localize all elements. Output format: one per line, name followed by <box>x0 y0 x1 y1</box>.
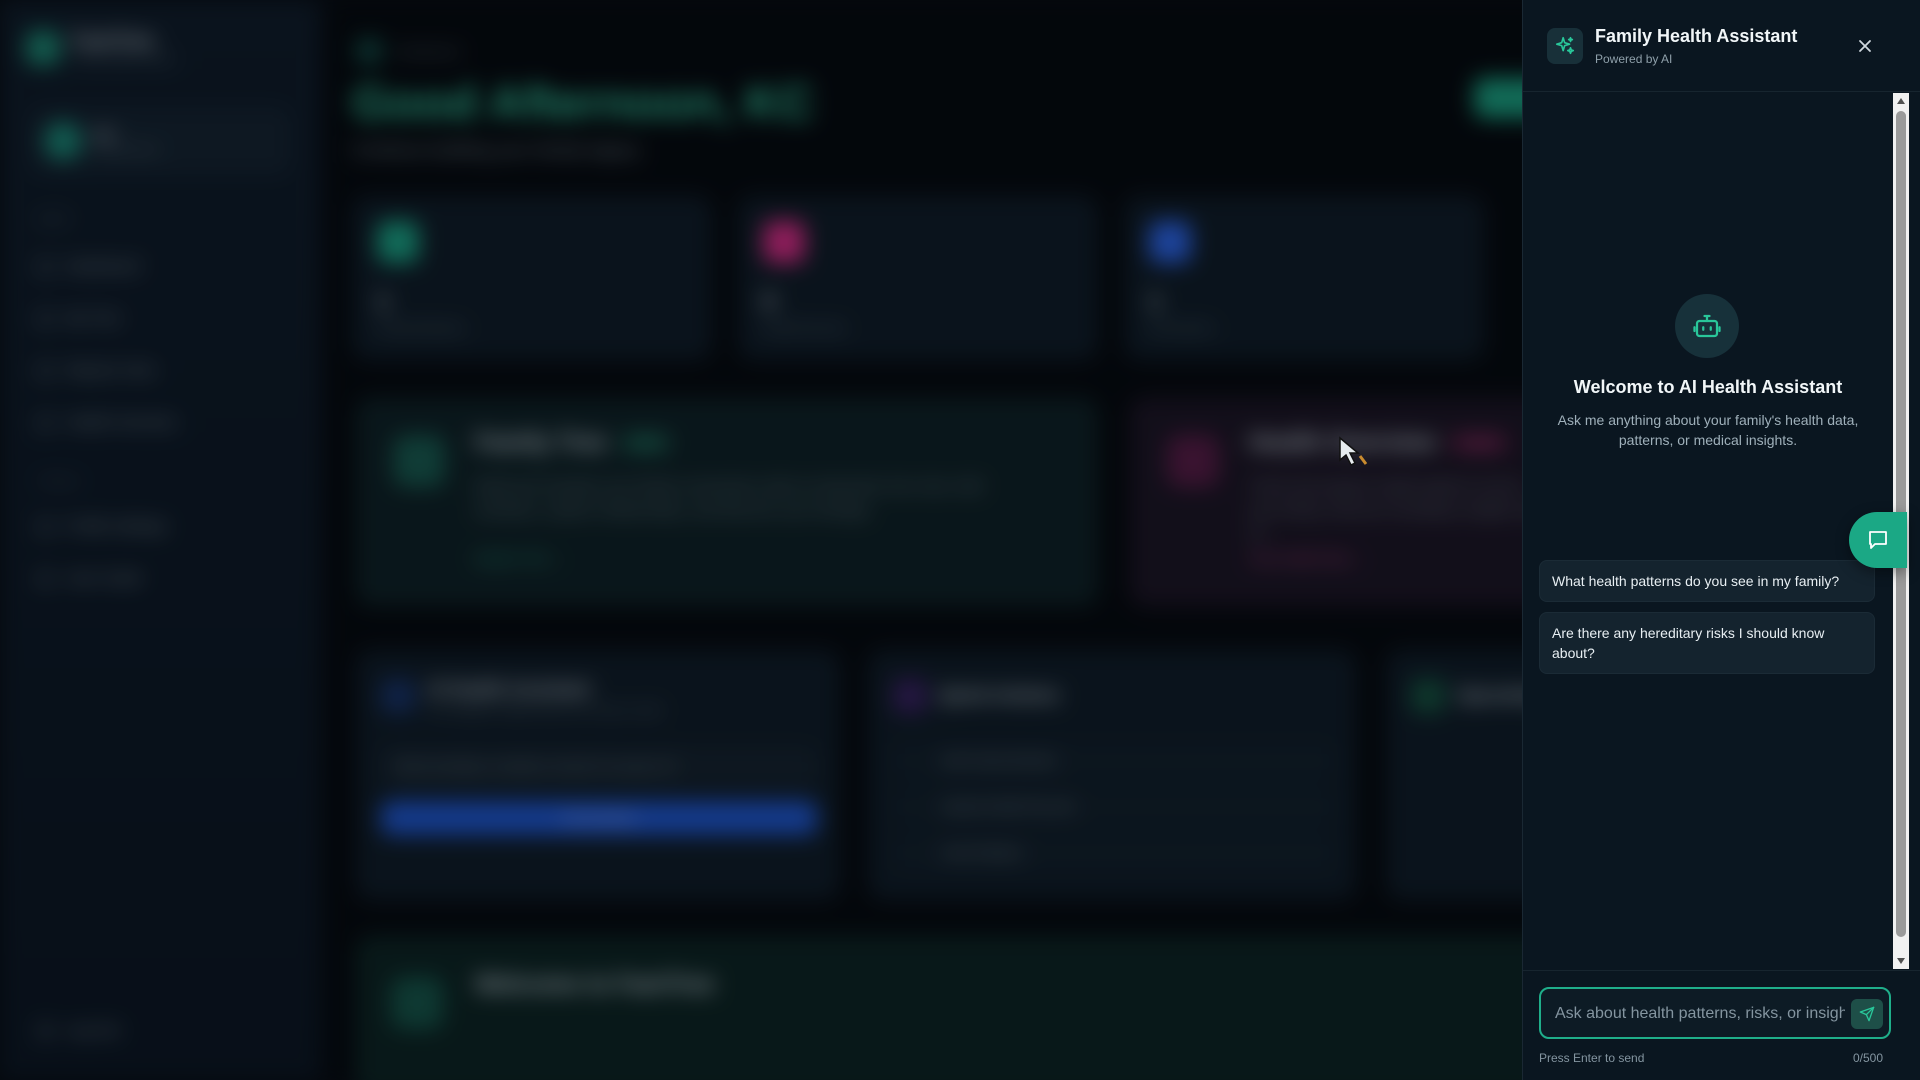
sidebar-item-profile[interactable]: Profile Settings <box>38 518 167 535</box>
sparkle-icon <box>1547 28 1583 64</box>
welcome-description: Ask me anything about your family's heal… <box>1557 412 1859 448</box>
card-title: Quick Actions <box>939 685 1060 705</box>
brand-name: FamTree <box>72 30 155 52</box>
calendar-icon <box>1411 679 1445 713</box>
send-icon <box>1859 1006 1875 1022</box>
records-icon <box>763 221 805 263</box>
generations-icon <box>1149 221 1191 263</box>
user-card[interactable]: KC Family Admin <box>30 108 290 174</box>
scroll-up-arrow[interactable] <box>1893 93 1909 109</box>
welcome-title: Welcome to FamTree <box>475 971 715 998</box>
send-button[interactable] <box>1851 999 1883 1029</box>
close-icon <box>1859 40 1871 52</box>
bot-icon <box>1693 314 1721 338</box>
feature-card-health[interactable]: Health Overview Insights Track and analyz… <box>1130 398 1550 606</box>
welcome-banner: Welcome to FamTree <box>356 936 1616 1080</box>
logout-button[interactable]: Log Out <box>38 1022 119 1039</box>
sidebar-item-my-tree[interactable]: My Tree <box>38 310 120 327</box>
stat-value: 1 <box>377 289 390 314</box>
close-button[interactable] <box>1849 30 1881 62</box>
stat-label: Health Records <box>763 321 846 335</box>
user-name: KC <box>94 126 116 144</box>
character-counter: 0/500 <box>1853 1051 1884 1065</box>
stat-card-members: 1 Family Members <box>352 196 712 360</box>
reports-icon <box>38 363 52 378</box>
chat-input-container <box>1539 987 1891 1039</box>
chat-bubble-icon <box>1869 531 1887 549</box>
status-badge: Insights <box>1447 433 1510 453</box>
stat-value: 1 <box>1149 289 1162 314</box>
stat-label: Family Members <box>377 321 466 335</box>
feature-card-tree[interactable]: Family Tree Active Build and visualize yo… <box>356 398 1098 606</box>
page-title: Good Afternoon, KC <box>352 77 815 130</box>
sidebar-item-guide[interactable]: User Guide <box>38 570 142 587</box>
members-icon <box>377 221 419 263</box>
quick-action-item[interactable]: Invite Relative <box>893 835 1333 871</box>
feature-title: Family Tree Active <box>475 429 673 457</box>
home-icon <box>356 38 382 64</box>
page-subtitle: Continue building your family legacy <box>352 140 641 160</box>
avatar <box>44 122 82 160</box>
bot-avatar <box>1675 294 1739 358</box>
guide-icon <box>38 571 52 586</box>
nav-section-main: MAIN <box>38 214 70 226</box>
brand-logo <box>26 30 60 65</box>
card-title: AI Health Assistant <box>427 679 591 699</box>
heart-icon <box>1167 435 1219 487</box>
chat-toggle-button[interactable] <box>1849 512 1907 568</box>
chat-input[interactable] <box>1555 999 1845 1029</box>
stat-value: 0 <box>763 289 776 314</box>
nav-section-tools: TOOLS <box>38 476 81 488</box>
assistant-title: Family Health Assistant <box>1595 26 1798 46</box>
chat-footer: Press Enter to send 0/500 <box>1523 970 1920 1080</box>
ai-question-input[interactable]: What hereditary conditions should I be a… <box>381 747 817 787</box>
send-hint: Press Enter to send <box>1539 1051 1645 1065</box>
brand: FamTree Family health tracker <box>26 30 174 65</box>
suggestion-chip[interactable]: What health patterns do you see in my fa… <box>1539 560 1875 602</box>
sidebar-item-reports[interactable]: Reports View <box>38 362 155 379</box>
quick-actions-card: Quick Actions Add Family Member Upload H… <box>868 650 1356 900</box>
feature-description: Track and analyze health patterns across… <box>1249 478 1544 543</box>
feature-description: Build and visualize your family connecti… <box>475 478 982 519</box>
health-icon <box>38 415 52 430</box>
status-badge: Active <box>619 433 673 453</box>
feature-link[interactable]: Explore Tree → <box>475 551 565 566</box>
scroll-down-arrow[interactable] <box>1893 953 1909 969</box>
brand-subtitle: Family health tracker <box>72 53 175 65</box>
suggestion-chip[interactable]: Are there any hereditary risks I should … <box>1539 612 1875 674</box>
dashboard-icon <box>38 259 52 274</box>
sidebar: FamTree Family health tracker KC Family … <box>0 0 320 1080</box>
bolt-icon <box>893 679 927 713</box>
logout-icon <box>38 1023 52 1038</box>
tree-icon <box>38 311 52 326</box>
welcome-icon <box>391 977 443 1029</box>
stat-label: Generations <box>1149 321 1215 335</box>
sidebar-item-dashboard[interactable]: Dashboard <box>38 258 139 275</box>
feature-title: Health Overview Insights <box>1249 429 1510 457</box>
ai-icon <box>381 679 415 713</box>
breadcrumb: Dashboard <box>356 38 460 64</box>
feature-link[interactable]: View Health Data → <box>1249 551 1366 566</box>
ask-assistant-button[interactable]: Ask Assistant <box>381 801 817 835</box>
assistant-header: Family Health Assistant Powered by AI <box>1523 0 1920 92</box>
quick-action-item[interactable]: Add Family Member <box>893 743 1333 779</box>
cursor-icon <box>1339 436 1368 467</box>
sidebar-item-health[interactable]: Health Overview <box>38 414 176 431</box>
ai-assistant-card: AI Health Assistant Get intelligent insi… <box>356 650 840 900</box>
stat-card-records: 0 Health Records <box>738 196 1098 360</box>
user-role: Family Admin <box>94 143 161 156</box>
tree-icon <box>393 435 445 487</box>
assistant-subtitle: Powered by AI <box>1595 52 1673 66</box>
welcome-heading: Welcome to AI Health Assistant <box>1573 377 1843 397</box>
card-subtitle: Get intelligent insights about your fami… <box>427 705 663 717</box>
settings-icon <box>38 519 52 534</box>
quick-action-item[interactable]: Upload Health Records <box>893 789 1333 825</box>
stat-card-generations: 1 Generations <box>1124 196 1484 360</box>
